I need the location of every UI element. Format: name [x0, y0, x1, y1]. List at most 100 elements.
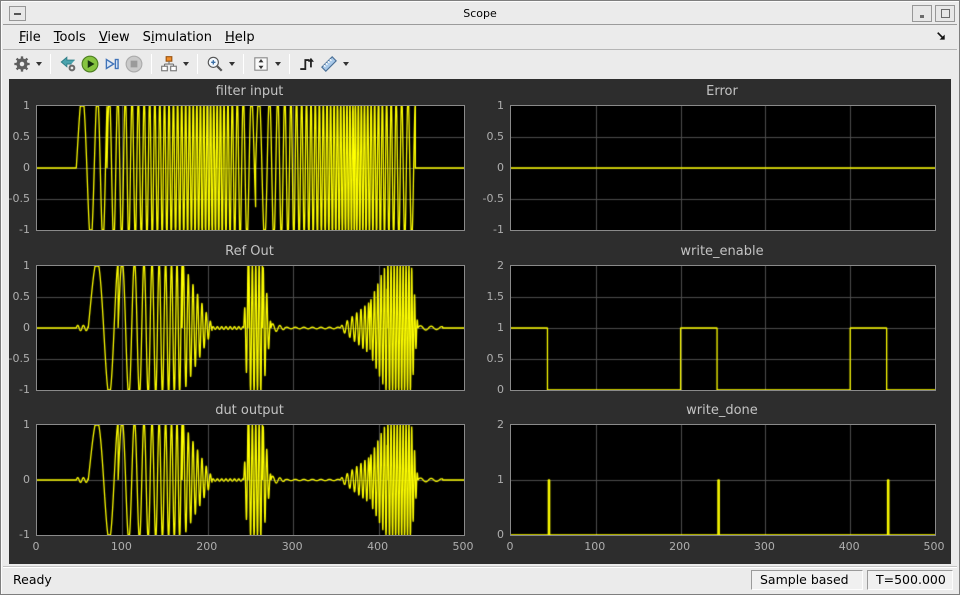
- signal-hierarchy-dropdown[interactable]: [180, 53, 191, 75]
- y-tick-label: 2: [474, 418, 504, 432]
- scope-display-area: filter input 10.50-0.5-1 Error 10.50-0.5…: [9, 79, 951, 564]
- plot-write-enable: write_enable 21.510.50: [510, 265, 934, 389]
- run-button[interactable]: [79, 53, 101, 75]
- plot-axes-canvas[interactable]: [510, 105, 936, 231]
- minimize-icon: [920, 15, 924, 18]
- x-tick-label: 400: [356, 540, 400, 554]
- y-tick-label: 0.5: [474, 352, 504, 366]
- measurements-dropdown[interactable]: [340, 53, 351, 75]
- parameters-gear-icon: [13, 55, 31, 73]
- menu-help[interactable]: Help: [225, 30, 255, 45]
- trigger-button[interactable]: [296, 53, 318, 75]
- plot-title: Error: [490, 84, 951, 99]
- trigger-icon: [298, 55, 316, 73]
- plot-title: Ref Out: [16, 244, 483, 259]
- step-back-button[interactable]: [57, 53, 79, 75]
- dock-scope-button[interactable]: [934, 29, 947, 46]
- y-tick-label: -0.5: [9, 352, 30, 366]
- y-tick-label: 1: [9, 99, 30, 113]
- zoom-button[interactable]: [204, 53, 226, 75]
- plot-dut-output: dut output 10-10100200300400500: [36, 424, 463, 534]
- toolbar: [3, 50, 957, 78]
- step-forward-button[interactable]: [101, 53, 123, 75]
- simulation-time-indicator: T=500.000: [867, 570, 953, 590]
- minimize-button[interactable]: [912, 5, 932, 22]
- parameters-button[interactable]: [11, 53, 33, 75]
- y-tick-label: -0.5: [9, 192, 30, 206]
- y-tick-label: 2: [474, 259, 504, 273]
- chevron-down-icon: [183, 62, 189, 66]
- toolbar-separator: [197, 54, 198, 74]
- signal-hierarchy-button[interactable]: [158, 53, 180, 75]
- chevron-down-icon: [275, 62, 281, 66]
- y-tick-label: 0: [474, 383, 504, 397]
- measurements-button[interactable]: [318, 53, 340, 75]
- y-tick-label: 0.5: [9, 290, 30, 304]
- x-tick-label: 300: [742, 540, 786, 554]
- toolbar-separator: [243, 54, 244, 74]
- titlebar: Scope: [3, 3, 957, 25]
- y-tick-label: -1: [9, 223, 30, 237]
- plot-axes-canvas[interactable]: [36, 105, 465, 231]
- plot-title: write_done: [490, 403, 951, 418]
- toolbar-separator: [50, 54, 51, 74]
- x-tick-label: 0: [488, 540, 532, 554]
- maximize-button[interactable]: [935, 5, 955, 22]
- plot-axes-canvas[interactable]: [36, 424, 465, 536]
- scale-axes-dropdown[interactable]: [272, 53, 283, 75]
- plot-write-done: write_done 2100100200300400500: [510, 424, 934, 534]
- y-tick-label: -1: [474, 223, 504, 237]
- menubar: File Tools View Simulation Help: [3, 25, 957, 50]
- scale-axes-button[interactable]: [250, 53, 272, 75]
- y-tick-label: 1.5: [474, 290, 504, 304]
- plot-filter-input: filter input 10.50-0.5-1: [36, 105, 463, 229]
- plot-axes-canvas[interactable]: [510, 265, 936, 391]
- chevron-down-icon: [229, 62, 235, 66]
- status-text: Ready: [13, 572, 747, 587]
- plot-title: filter input: [16, 84, 483, 99]
- y-tick-label: 1: [474, 99, 504, 113]
- sample-mode-indicator: Sample based: [751, 570, 863, 590]
- chevron-down-icon: [36, 62, 42, 66]
- y-tick-label: -0.5: [474, 192, 504, 206]
- plot-title: dut output: [16, 403, 483, 418]
- chevron-down-icon: [343, 62, 349, 66]
- stop-button[interactable]: [123, 53, 145, 75]
- menu-file[interactable]: File: [19, 30, 41, 45]
- x-tick-label: 200: [185, 540, 229, 554]
- toolbar-separator: [289, 54, 290, 74]
- parameters-dropdown[interactable]: [33, 53, 44, 75]
- zoom-dropdown[interactable]: [226, 53, 237, 75]
- x-tick-label: 400: [827, 540, 871, 554]
- stop-icon: [125, 55, 143, 73]
- menu-tools[interactable]: Tools: [54, 30, 86, 45]
- y-tick-label: 1: [9, 418, 30, 432]
- plot-error: Error 10.50-0.5-1: [510, 105, 934, 229]
- window-menu-icon: [14, 13, 21, 15]
- window-title: Scope: [3, 7, 957, 20]
- y-tick-label: 0: [9, 161, 30, 175]
- scale-y-axis-icon: [252, 55, 270, 73]
- y-tick-label: -1: [9, 383, 30, 397]
- dock-arrow-icon: [934, 29, 947, 42]
- y-tick-label: 0: [9, 321, 30, 335]
- x-tick-label: 200: [658, 540, 702, 554]
- statusbar: Ready Sample based T=500.000: [3, 566, 957, 592]
- x-tick-label: 300: [270, 540, 314, 554]
- menu-simulation[interactable]: Simulation: [143, 30, 212, 45]
- x-tick-label: 500: [912, 540, 951, 554]
- x-tick-label: 500: [441, 540, 485, 554]
- y-tick-label: 0.5: [474, 130, 504, 144]
- plot-axes-canvas[interactable]: [510, 424, 936, 536]
- y-tick-label: 0: [9, 473, 30, 487]
- y-tick-label: 0.5: [9, 130, 30, 144]
- menu-view[interactable]: View: [99, 30, 130, 45]
- x-tick-label: 100: [573, 540, 617, 554]
- step-forward-icon: [103, 55, 121, 73]
- window-menu-button[interactable]: [9, 6, 26, 21]
- plot-axes-canvas[interactable]: [36, 265, 465, 391]
- zoom-icon: [206, 55, 224, 73]
- toolbar-separator: [151, 54, 152, 74]
- step-back-icon: [59, 55, 77, 73]
- plot-ref-out: Ref Out 10.50-0.5-1: [36, 265, 463, 389]
